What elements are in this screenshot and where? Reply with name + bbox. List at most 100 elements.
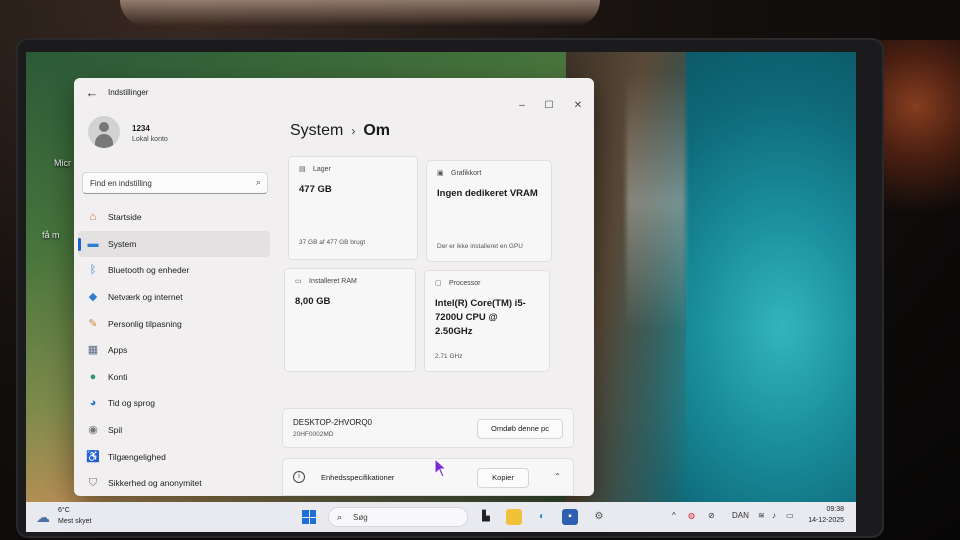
desktop-icon-label[interactable]: få m (42, 230, 60, 240)
ram-value: 8,00 GB (295, 296, 331, 307)
sidebar-item-time-language[interactable]: ◕ Tid og sprog (78, 390, 270, 417)
processor-card-title: ▢ Processor (435, 279, 481, 288)
store-icon[interactable]: ▪ (562, 509, 578, 525)
settings-search-input[interactable]: Find en indstilling ⌕ (82, 172, 268, 194)
storage-card: ▤ Lager 477 GB 37 GB af 477 GB brugt (288, 156, 418, 260)
storage-card-title: ▤ Lager (299, 165, 331, 174)
search-placeholder: Find en indstilling (90, 179, 152, 188)
graphics-card: ▣ Grafikkort Ingen dedikeret VRAM Der er … (426, 160, 552, 262)
graphics-value: Ingen dedikeret VRAM (437, 188, 538, 199)
avatar-body-icon (95, 134, 113, 148)
graphics-card-title: ▣ Grafikkort (437, 169, 481, 178)
sidebar-item-system[interactable]: ▬ System (78, 230, 270, 258)
sidebar-item-label: Netværk og internet (108, 292, 183, 303)
sidebar-item-network[interactable]: ◆ Netværk og internet (78, 284, 270, 311)
search-icon: ⌕ (337, 512, 343, 522)
breadcrumb-separator: › (351, 124, 356, 138)
wifi-icon: ◆ (88, 291, 98, 304)
cloud-icon[interactable]: ☁ (36, 509, 50, 526)
window-title: Indstillinger (108, 88, 149, 97)
home-icon: ⌂ (89, 211, 97, 224)
brush-icon: ✎ (88, 317, 98, 330)
sidebar-item-apps[interactable]: ▦ Apps (78, 337, 270, 364)
wifi-icon[interactable]: ≋ (758, 511, 765, 520)
sidebar-item-label: Personlig tilpasning (108, 318, 182, 329)
sidebar-item-label: Tid og sprog (108, 398, 155, 409)
chevron-up-icon[interactable]: ^ (672, 511, 676, 520)
ram-icon: ▭ (295, 278, 302, 285)
processor-value: Intel(R) Core(TM) i5-7200U CPU @ 2.50GHz (435, 298, 526, 337)
back-arrow-icon[interactable]: ← (84, 85, 100, 101)
processor-icon: ▢ (435, 280, 442, 287)
sidebar-item-personalization[interactable]: ✎ Personlig tilpasning (78, 310, 270, 337)
avatar[interactable] (88, 116, 120, 148)
device-name-row: DESKTOP-2HVORQ0 20HF0002MD Omdøb denne p… (282, 408, 574, 448)
sidebar-item-label: Konti (108, 371, 128, 382)
taskbar-search-input[interactable]: ⌕ Søg (328, 507, 468, 527)
settings-gear-icon[interactable]: ⚙ (591, 509, 607, 525)
sidebar-item-gaming[interactable]: ◉ Spil (78, 417, 270, 444)
edge-icon[interactable]: ◐ (534, 509, 550, 525)
battery-icon[interactable]: ▭ (786, 511, 794, 520)
gpu-icon: ▣ (437, 170, 444, 177)
sidebar-item-bluetooth[interactable]: ᛒ Bluetooth og enheder (78, 257, 270, 284)
security-icon[interactable]: ◍ (688, 511, 695, 520)
settings-window: ← Indstillinger – ☐ ✕ 1234 Lokal konto F… (74, 78, 594, 496)
main-content: System › Om ▤ Lager 477 GB 37 GB af 477 GB … (280, 108, 590, 496)
globe-clock-icon: ◕ (89, 397, 97, 410)
device-model: 20HF0002MD (293, 431, 334, 438)
monitor-icon: ▬ (87, 237, 99, 250)
gamepad-icon: ◉ (88, 424, 98, 437)
task-view-icon[interactable]: ▙ (478, 509, 494, 525)
photo-scene: Micr få m ← Indstillinger – ☐ ✕ 1234 Lok… (0, 0, 960, 540)
file-explorer-icon[interactable] (506, 509, 522, 525)
sidebar-item-label: Sikkerhed og anonymitet (108, 478, 202, 489)
sidebar-item-startside[interactable]: ⌂ Startside (78, 204, 270, 231)
sidebar-item-label: Spil (108, 425, 123, 436)
sidebar-item-label: Startside (108, 212, 142, 223)
weather-temperature[interactable]: 6°C (58, 507, 70, 514)
sidebar: 1234 Lokal konto Find en indstilling ⌕ ⌂… (74, 108, 274, 496)
wallpaper-foam (626, 72, 686, 332)
sidebar-item-label: Apps (108, 345, 128, 356)
storage-footer: 37 GB af 477 GB brugt (299, 239, 366, 246)
background-glare (120, 0, 600, 26)
sidebar-item-label: System (108, 238, 137, 249)
sidebar-item-accounts[interactable]: ● Konti (78, 364, 270, 391)
avatar-head-icon (99, 122, 109, 132)
desktop-icon-label[interactable]: Micr (54, 158, 71, 168)
mic-off-icon[interactable]: ⊘ (708, 511, 715, 520)
storage-title: Lager (313, 166, 331, 173)
processor-speed: 2.71 GHz (435, 353, 463, 360)
shield-icon: ⛉ (88, 477, 98, 490)
ram-title: Installeret RAM (309, 278, 357, 285)
page-title: Om (363, 122, 391, 139)
account-type: Lokal konto (132, 136, 168, 143)
clock-time[interactable]: 09:38 (826, 506, 844, 513)
taskbar: ☁ 6°C Mest skyet ⌕ Søg ▙ ◐ ▪ ⚙ ^ ◍ ⊘ DAN… (26, 502, 856, 532)
chevron-up-icon[interactable]: ⌃ (554, 472, 561, 481)
mouse-cursor-icon (434, 458, 448, 478)
nav-list: ⌂ Startside ▬ System ᛒ Bluetooth og enhe… (78, 204, 270, 496)
device-specs-label: Enhedsspecifikationer (321, 473, 395, 482)
graphics-footer: Der er ikke installeret en GPU (437, 243, 523, 250)
weather-description[interactable]: Mest skyet (58, 518, 91, 525)
windows-start-icon[interactable] (302, 510, 316, 524)
rename-pc-button[interactable]: Omdøb denne pc (477, 419, 563, 439)
device-specs-row[interactable]: i Enhedsspecifikationer Kopier ⌃ (282, 458, 574, 496)
graphics-title: Grafikkort (451, 170, 482, 177)
clock-date[interactable]: 14-12-2025 (808, 517, 844, 524)
ram-card: ▭ Installeret RAM 8,00 GB (284, 268, 416, 372)
volume-icon[interactable]: ♪ (772, 511, 776, 520)
breadcrumb-parent[interactable]: System (290, 122, 343, 139)
apps-icon: ▦ (87, 344, 99, 357)
bluetooth-icon: ᛒ (89, 264, 97, 277)
breadcrumb: System › Om (290, 122, 390, 140)
storage-value: 477 GB (299, 184, 332, 195)
language-indicator[interactable]: DAN (732, 511, 749, 520)
sidebar-item-accessibility[interactable]: ♿ Tilgængelighed (78, 443, 270, 470)
search-icon: ⌕ (255, 177, 261, 187)
copy-button[interactable]: Kopier (477, 468, 529, 488)
active-indicator (78, 237, 81, 251)
sidebar-item-privacy[interactable]: ⛉ Sikkerhed og anonymitet (78, 470, 270, 496)
